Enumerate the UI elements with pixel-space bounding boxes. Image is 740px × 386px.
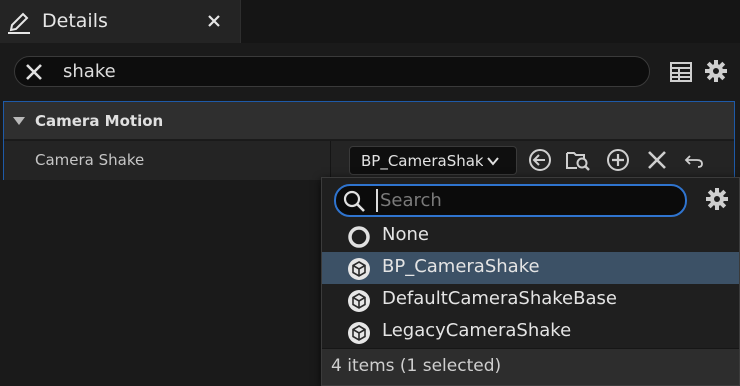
class-picker-menu: None BP_CameraShake DefaultCameraShakeBa… [321,177,740,386]
class-cube-icon [348,322,370,344]
tab-bar: Details [0,0,740,43]
details-frame: Camera Motion Camera Shake BP_CameraShak [3,101,735,180]
property-name: Camera Shake [35,151,145,169]
reset-icon[interactable] [681,147,707,173]
clear-icon[interactable] [644,147,670,173]
use-selected-icon[interactable] [527,147,553,173]
chevron-down-icon [487,157,499,166]
menu-footer: 4 items (1 selected) [322,348,739,385]
edit-pencil-icon [8,12,30,34]
search-box [14,56,650,87]
property-row-camera-shake: Camera Shake BP_CameraShak [4,141,734,180]
list-item-label: DefaultCameraShakeBase [382,288,617,309]
settings-gear-icon[interactable] [703,58,729,84]
search-input[interactable] [63,59,623,84]
list-item-bp-camerashake[interactable]: BP_CameraShake [322,252,739,284]
search-icon [343,190,365,212]
list-item-label: BP_CameraShake [382,256,540,277]
list-item-label: LegacyCameraShake [382,320,572,341]
close-icon[interactable] [204,11,224,31]
browse-asset-icon[interactable] [565,147,591,173]
camera-shake-combo[interactable]: BP_CameraShak [349,146,517,175]
list-item-label: None [382,224,429,245]
class-list: None BP_CameraShake DefaultCameraShakeBa… [322,220,739,348]
list-item-legacycamerashake[interactable]: LegacyCameraShake [322,316,739,348]
menu-search-input[interactable] [376,189,676,212]
column-splitter[interactable] [330,141,331,180]
expand-arrow-icon[interactable] [13,117,25,125]
item-count-status: 4 items (1 selected) [331,356,502,376]
settings-gear-icon[interactable] [704,186,730,212]
tab-details[interactable]: Details [0,0,241,43]
clear-x-icon[interactable] [23,61,45,83]
menu-search-box [334,184,687,217]
add-icon[interactable] [605,147,631,173]
list-item-none[interactable]: None [322,220,739,252]
category-title: Camera Motion [35,112,164,130]
class-cube-icon [348,258,370,280]
combo-value: BP_CameraShak [361,152,483,170]
table-view-icon[interactable] [668,59,694,85]
none-circle-icon [348,226,370,248]
tab-title: Details [42,10,108,32]
list-item-defaultcamerashakebase[interactable]: DefaultCameraShakeBase [322,284,739,316]
category-camera-motion[interactable]: Camera Motion [4,102,734,140]
class-cube-icon [348,290,370,312]
